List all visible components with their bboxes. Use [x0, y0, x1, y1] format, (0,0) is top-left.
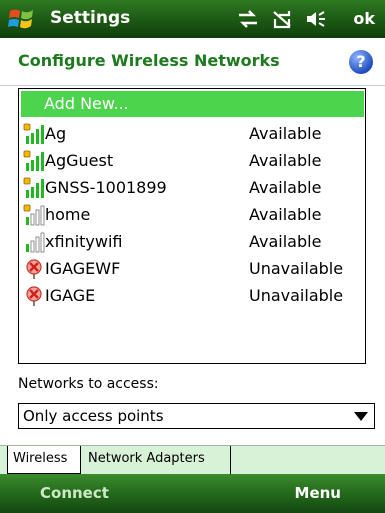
add-new-label: Add New...: [44, 94, 129, 113]
add-new-network-item[interactable]: Add New...: [21, 91, 364, 117]
network-status: Available: [249, 232, 322, 251]
network-status: Available: [249, 205, 322, 224]
network-name: home: [45, 205, 91, 224]
wifi-secure-signal-icon: [23, 177, 45, 199]
dropdown-value: Only access points: [23, 407, 164, 425]
app-title: Settings: [50, 8, 131, 28]
network-name: xfinitywifi: [45, 232, 123, 251]
title-bar: Settings ok: [0, 0, 385, 38]
help-icon[interactable]: ?: [349, 50, 373, 74]
network-name: Ag: [45, 124, 67, 143]
wifi-unavailable-icon: [23, 258, 45, 280]
no-signal-icon[interactable]: [271, 9, 293, 29]
list-item[interactable]: IGAGE Unavailable: [19, 283, 365, 310]
network-name: IGAGEWF: [45, 259, 121, 278]
list-item[interactable]: xfinitywifi Available: [19, 229, 365, 256]
list-item[interactable]: Ag Available: [19, 121, 365, 148]
list-item[interactable]: GNSS-1001899 Available: [19, 175, 365, 202]
wifi-unavailable-icon: [23, 285, 45, 307]
network-status: Available: [249, 178, 322, 197]
chevron-down-icon: [354, 412, 368, 421]
page-header: Configure Wireless Networks ?: [0, 38, 385, 86]
wifi-secure-signal-icon: [23, 150, 45, 172]
network-list[interactable]: Add New... Ag Available AgGuest Availabl…: [18, 88, 366, 364]
list-item[interactable]: home Available: [19, 202, 365, 229]
wifi-open-weak-signal-icon: [23, 231, 45, 253]
connectivity-icon[interactable]: [237, 9, 259, 29]
list-item[interactable]: IGAGEWF Unavailable: [19, 256, 365, 283]
windows-start-icon[interactable]: [8, 6, 36, 32]
tab-network-adapters[interactable]: Network Adapters: [83, 446, 231, 474]
network-status: Unavailable: [249, 286, 344, 305]
wifi-secure-signal-icon: [23, 123, 45, 145]
network-status: Unavailable: [249, 259, 344, 278]
network-name: IGAGE: [45, 286, 96, 305]
header-divider: [0, 85, 385, 86]
volume-icon[interactable]: [305, 9, 327, 29]
tab-wireless[interactable]: Wireless: [7, 446, 81, 474]
connect-softkey[interactable]: Connect: [40, 484, 109, 502]
page-title: Configure Wireless Networks: [18, 51, 280, 70]
menu-softkey[interactable]: Menu: [295, 484, 341, 502]
networks-to-access-dropdown[interactable]: Only access points: [18, 403, 375, 429]
ok-button[interactable]: ok: [353, 9, 375, 28]
tab-strip: Wireless Network Adapters: [0, 445, 385, 474]
network-name: AgGuest: [45, 151, 114, 170]
network-status: Available: [249, 151, 322, 170]
networks-to-access-label: Networks to access:: [18, 376, 159, 392]
softkey-bar: Connect Menu: [0, 474, 385, 513]
network-name: GNSS-1001899: [45, 178, 167, 197]
status-icons: [237, 6, 327, 32]
network-status: Available: [249, 124, 322, 143]
list-item[interactable]: AgGuest Available: [19, 148, 365, 175]
wifi-secure-weak-signal-icon: [23, 204, 45, 226]
